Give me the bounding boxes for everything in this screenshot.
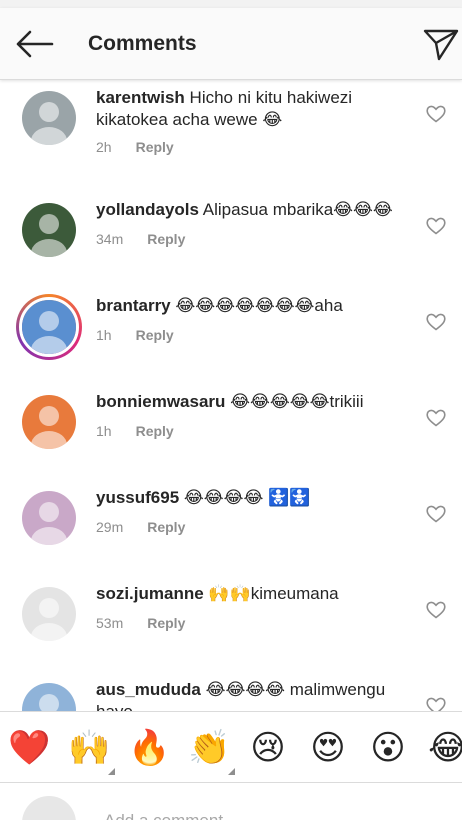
skin-tone-variants-indicator bbox=[108, 768, 115, 775]
status-bar bbox=[0, 0, 462, 8]
reaction-tears-of-joy[interactable]: 😂 bbox=[428, 728, 462, 768]
comment-body: 🙌🙌kimeumana bbox=[208, 584, 339, 603]
comment-body: 😂😂😂😂😂😂😂aha bbox=[175, 296, 343, 315]
arrow-left-icon bbox=[16, 30, 54, 58]
share-button[interactable] bbox=[422, 26, 460, 62]
comment-row: aus_mududa 😂😂😂😂 malimwengu hayo bbox=[0, 673, 462, 711]
reply-button[interactable]: Reply bbox=[136, 423, 174, 439]
comment-meta: 1h Reply bbox=[96, 423, 174, 439]
comment-meta: 1h Reply bbox=[96, 327, 174, 343]
heart-outline-icon bbox=[426, 505, 446, 523]
comment-row: brantarry 😂😂😂😂😂😂😂aha 1h Reply bbox=[0, 289, 462, 385]
comment-row: karentwish Hicho ni kitu hakiwezi kikato… bbox=[0, 81, 462, 177]
avatar[interactable] bbox=[22, 587, 76, 641]
paper-plane-icon bbox=[423, 29, 459, 61]
comment-username[interactable]: karentwish bbox=[96, 88, 185, 107]
avatar[interactable] bbox=[16, 294, 82, 360]
comment-username[interactable]: brantarry bbox=[96, 296, 171, 315]
comment-body: 😂😂😂😂😂trikiii bbox=[230, 392, 364, 411]
comment-text: sozi.jumanne 🙌🙌kimeumana bbox=[96, 583, 396, 605]
reply-button[interactable]: Reply bbox=[147, 519, 185, 535]
comment-list[interactable]: karentwish Hicho ni kitu hakiwezi kikato… bbox=[0, 81, 462, 711]
comment-text: karentwish Hicho ni kitu hakiwezi kikato… bbox=[96, 87, 396, 131]
comment-row: bonniemwasaru 😂😂😂😂😂trikiii 1h Reply bbox=[0, 385, 462, 481]
comment-timestamp: 1h bbox=[96, 423, 112, 439]
comment-body: 😂😂😂😂 🚼🚼 bbox=[183, 488, 311, 507]
heart-outline-icon bbox=[426, 313, 446, 331]
reaction-raising-hands[interactable]: 🙌 bbox=[68, 728, 110, 768]
comment-username[interactable]: aus_mududa bbox=[96, 680, 201, 699]
reaction-fire[interactable]: 🔥 bbox=[128, 728, 170, 768]
like-comment-button[interactable] bbox=[426, 601, 446, 619]
heart-outline-icon bbox=[426, 217, 446, 235]
comment-username[interactable]: yussuf695 bbox=[96, 488, 179, 507]
comment-timestamp: 2h bbox=[96, 139, 112, 155]
like-comment-button[interactable] bbox=[426, 505, 446, 523]
skin-tone-variants-indicator bbox=[228, 768, 235, 775]
reaction-crying[interactable]: 😢 bbox=[248, 728, 288, 768]
comment-meta: 34m Reply bbox=[96, 231, 185, 247]
comment-meta: 53m Reply bbox=[96, 615, 185, 631]
like-comment-button[interactable] bbox=[426, 409, 446, 427]
comment-text: brantarry 😂😂😂😂😂😂😂aha bbox=[96, 295, 396, 317]
comment-timestamp: 1h bbox=[96, 327, 112, 343]
avatar bbox=[22, 796, 76, 820]
avatar[interactable] bbox=[22, 203, 76, 257]
heart-outline-icon bbox=[426, 105, 446, 123]
reaction-open-mouth[interactable]: 😮 bbox=[368, 728, 408, 768]
reply-button[interactable]: Reply bbox=[147, 231, 185, 247]
comment-timestamp: 53m bbox=[96, 615, 124, 631]
comment-body: Alipasua mbarika😂😂😂 bbox=[202, 200, 393, 219]
header: Comments bbox=[0, 8, 462, 80]
avatar[interactable] bbox=[22, 91, 76, 145]
avatar[interactable] bbox=[22, 683, 76, 711]
comment-text: aus_mududa 😂😂😂😂 malimwengu hayo bbox=[96, 679, 396, 711]
comment-meta: 29m Reply bbox=[96, 519, 185, 535]
back-button[interactable] bbox=[14, 28, 54, 60]
avatar[interactable] bbox=[22, 395, 76, 449]
heart-outline-icon bbox=[426, 601, 446, 619]
comment-timestamp: 29m bbox=[96, 519, 124, 535]
like-comment-button[interactable] bbox=[426, 697, 446, 711]
comment-timestamp: 34m bbox=[96, 231, 124, 247]
comment-text: yollandayols Alipasua mbarika😂😂😂 bbox=[96, 199, 396, 221]
reaction-heart[interactable]: ❤️ bbox=[8, 728, 50, 768]
comment-row: sozi.jumanne 🙌🙌kimeumana 53m Reply bbox=[0, 577, 462, 673]
reply-button[interactable]: Reply bbox=[136, 327, 174, 343]
like-comment-button[interactable] bbox=[426, 313, 446, 331]
reaction-clapping[interactable]: 👏 bbox=[188, 728, 230, 768]
reaction-heart-eyes[interactable]: 😍 bbox=[308, 728, 348, 768]
comment-text: bonniemwasaru 😂😂😂😂😂trikiii bbox=[96, 391, 396, 413]
comment-username[interactable]: yollandayols bbox=[96, 200, 199, 219]
comment-composer bbox=[0, 784, 462, 820]
like-comment-button[interactable] bbox=[426, 105, 446, 123]
quick-reactions-bar[interactable]: ❤️ 🙌 🔥 👏 😢 😍 😮 😂 bbox=[0, 711, 462, 783]
like-comment-button[interactable] bbox=[426, 217, 446, 235]
reply-button[interactable]: Reply bbox=[147, 615, 185, 631]
comment-username[interactable]: sozi.jumanne bbox=[96, 584, 204, 603]
comment-username[interactable]: bonniemwasaru bbox=[96, 392, 225, 411]
comment-row: yussuf695 😂😂😂😂 🚼🚼 29m Reply bbox=[0, 481, 462, 577]
heart-outline-icon bbox=[426, 409, 446, 427]
comment-row: yollandayols Alipasua mbarika😂😂😂 34m Reply bbox=[0, 193, 462, 289]
comment-input[interactable] bbox=[104, 810, 404, 820]
page-title: Comments bbox=[88, 32, 197, 55]
comment-text: yussuf695 😂😂😂😂 🚼🚼 bbox=[96, 487, 396, 509]
avatar[interactable] bbox=[22, 491, 76, 545]
reply-button[interactable]: Reply bbox=[136, 139, 174, 155]
heart-outline-icon bbox=[426, 697, 446, 711]
comment-meta: 2h Reply bbox=[96, 139, 174, 155]
